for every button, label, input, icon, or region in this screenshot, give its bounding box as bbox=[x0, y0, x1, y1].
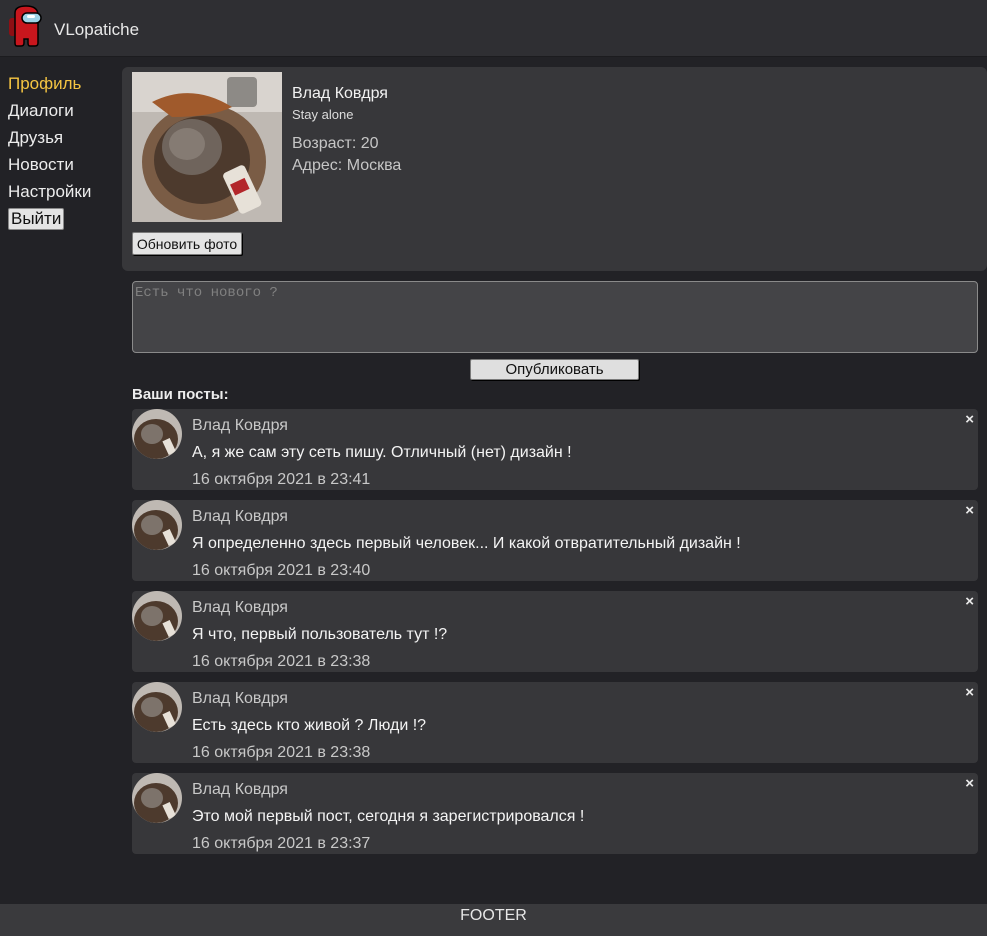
delete-post-icon[interactable]: × bbox=[965, 684, 974, 701]
post-date: 16 октября 2021 в 23:40 bbox=[192, 562, 371, 579]
posts-heading: Ваши посты: bbox=[132, 386, 229, 403]
delete-post-icon[interactable]: × bbox=[965, 775, 974, 792]
delete-post-icon[interactable]: × bbox=[965, 502, 974, 519]
post-author: Влад Ковдря bbox=[192, 599, 288, 616]
delete-post-icon[interactable]: × bbox=[965, 411, 974, 428]
footer-text: FOOTER bbox=[460, 907, 527, 924]
post-date: 16 октября 2021 в 23:41 bbox=[192, 471, 371, 488]
delete-post-icon[interactable]: × bbox=[965, 593, 974, 610]
profile-address: Адрес: Москва bbox=[292, 157, 402, 174]
profile-photo bbox=[132, 72, 282, 222]
post-item: Влад Ковдря Это мой первый пост, сегодня… bbox=[132, 773, 978, 854]
post-author: Влад Ковдря bbox=[192, 508, 288, 525]
page-footer: FOOTER bbox=[0, 904, 987, 936]
post-avatar bbox=[132, 773, 182, 823]
app-title[interactable]: VLopatiche bbox=[54, 20, 139, 40]
sidebar-item-dialogs[interactable]: Диалоги bbox=[8, 101, 118, 128]
sidebar-item-friends[interactable]: Друзья bbox=[8, 128, 118, 155]
profile-info: Влад Ковдря Stay alone Возраст: 20 Адрес… bbox=[292, 85, 401, 179]
post-text: Я что, первый пользователь тут !? bbox=[192, 626, 448, 643]
logout-button[interactable]: Выйти bbox=[8, 208, 65, 230]
post-avatar bbox=[132, 682, 182, 732]
post-author: Влад Ковдря bbox=[192, 781, 288, 798]
post-item: Влад Ковдря Я определенно здесь первый ч… bbox=[132, 500, 978, 581]
profile-name: Влад Ковдря bbox=[292, 85, 388, 102]
profile-card: Обновить фото Влад Ковдря Stay alone Воз… bbox=[122, 67, 987, 271]
post-item: Влад Ковдря А, я же сам эту сеть пишу. О… bbox=[132, 409, 978, 490]
post-author: Влад Ковдря bbox=[192, 417, 288, 434]
post-text: А, я же сам эту сеть пишу. Отличный (нет… bbox=[192, 444, 572, 461]
post-avatar bbox=[132, 591, 182, 641]
update-photo-button[interactable]: Обновить фото bbox=[132, 232, 242, 255]
post-date: 16 октября 2021 в 23:38 bbox=[192, 653, 371, 670]
post-avatar bbox=[132, 409, 182, 459]
post-text: Я определенно здесь первый человек... И … bbox=[192, 535, 741, 552]
sidebar-item-news[interactable]: Новости bbox=[8, 155, 118, 182]
profile-age: Возраст: 20 bbox=[292, 135, 379, 152]
post-avatar bbox=[132, 500, 182, 550]
app-header: VLopatiche bbox=[0, 0, 987, 57]
profile-status: Stay alone bbox=[292, 107, 354, 122]
post-text: Есть здесь кто живой ? Люди !? bbox=[192, 717, 427, 734]
post-text: Это мой первый пост, сегодня я зарегистр… bbox=[192, 808, 585, 825]
posts-list: Влад Ковдря А, я же сам эту сеть пишу. О… bbox=[132, 409, 978, 864]
post-item: Влад Ковдря Я что, первый пользователь т… bbox=[132, 591, 978, 672]
sidebar-item-settings[interactable]: Настройки bbox=[8, 182, 118, 209]
post-author: Влад Ковдря bbox=[192, 690, 288, 707]
sidebar-nav: Профиль Диалоги Друзья Новости Настройки… bbox=[8, 74, 118, 230]
post-item: Влад Ковдря Есть здесь кто живой ? Люди … bbox=[132, 682, 978, 763]
new-post-input[interactable] bbox=[132, 281, 978, 353]
publish-button[interactable]: Опубликовать bbox=[470, 359, 639, 380]
post-date: 16 октября 2021 в 23:38 bbox=[192, 744, 371, 761]
sidebar-item-profile[interactable]: Профиль bbox=[8, 74, 118, 101]
post-date: 16 октября 2021 в 23:37 bbox=[192, 835, 371, 852]
among-us-crewmate-icon[interactable] bbox=[8, 5, 44, 47]
